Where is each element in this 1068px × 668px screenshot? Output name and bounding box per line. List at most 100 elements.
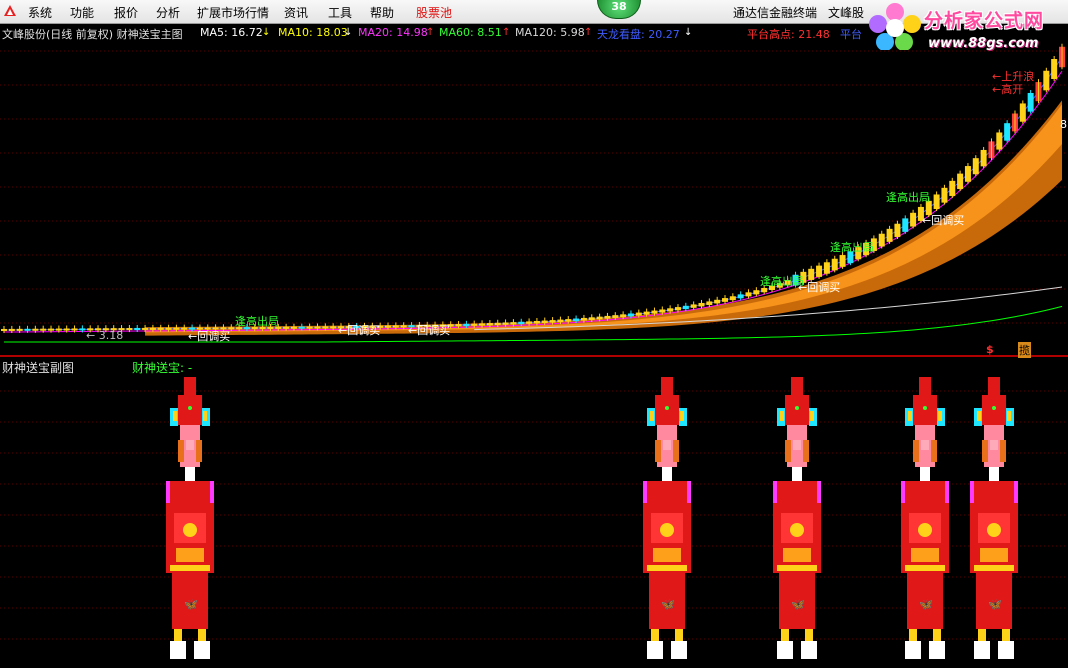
low-price-label: ← 3.18 (86, 329, 124, 342)
hat-top (184, 377, 196, 395)
fortune-god-figure: 🦋 (901, 377, 949, 659)
shoe (905, 641, 921, 659)
ma20-value: MA20: 14.98 (358, 26, 428, 39)
sock (1002, 629, 1010, 641)
ma120-value: MA120: 5.98 (515, 26, 585, 39)
figure-part (173, 411, 177, 421)
butterfly-icon: 🦋 (919, 598, 933, 611)
notification-badge[interactable]: 38 (597, 0, 641, 19)
hat-top (919, 377, 931, 395)
butterfly-icon: 🦋 (791, 598, 805, 611)
sock (198, 629, 206, 641)
collar (989, 467, 999, 481)
ear (655, 440, 661, 462)
hat-gem (188, 406, 192, 410)
figure-part (908, 411, 912, 421)
collar (662, 467, 672, 481)
collar (185, 467, 195, 481)
ma10-value: MA10: 18.03 (278, 26, 348, 39)
sash (170, 565, 210, 571)
side-mark-label: 8 (1060, 118, 1067, 131)
menu-item-analysis[interactable]: 分析 (156, 4, 180, 21)
belt-plate (911, 548, 939, 562)
sock (174, 629, 182, 641)
main-chart-gridlines (0, 50, 1068, 324)
ear (785, 440, 791, 462)
fortune-god-figure: 🦋 (970, 377, 1018, 659)
figure-part (643, 481, 647, 503)
figure-part (945, 481, 949, 503)
money-bag-icon (918, 523, 932, 537)
shoe (974, 641, 990, 659)
figure-part (687, 481, 691, 503)
ear (1000, 440, 1006, 462)
menu-item-system[interactable]: 系统 (28, 4, 52, 21)
footer-flag-label: 揽 (1018, 342, 1031, 358)
belt-plate (176, 548, 204, 562)
belt-plate (783, 548, 811, 562)
belt-plate (653, 548, 681, 562)
figure-part (901, 481, 905, 503)
platform-high-value: 平台高点: 21.48 (747, 28, 830, 41)
cheek (186, 440, 194, 450)
ear (673, 440, 679, 462)
stock-short-name[interactable]: 文峰股 (828, 4, 864, 21)
hat-gem (665, 406, 669, 410)
figure-part (680, 411, 684, 421)
menu-item-function[interactable]: 功能 (70, 4, 94, 21)
cheek (793, 440, 801, 450)
hat-top (661, 377, 673, 395)
figure-part (166, 481, 170, 503)
ear (931, 440, 937, 462)
figure-part (1014, 481, 1018, 503)
escape-high-signal-label: 逢高出局 (886, 191, 930, 204)
sock (978, 629, 986, 641)
figure-part (210, 481, 214, 503)
sock (675, 629, 683, 641)
dragon-value: 天龙看盘: 20.27 (597, 28, 680, 41)
sash (647, 565, 687, 571)
figure-part (780, 411, 784, 421)
sub-indicator-value: 财神送宝: - (132, 361, 193, 375)
figure-part (938, 411, 942, 421)
ear (196, 440, 202, 462)
pullback-signal-label: ←回调买 (408, 324, 451, 337)
belt-plate (980, 548, 1008, 562)
sock (805, 629, 813, 641)
menu-item-extended-market[interactable]: 扩展市场行情 (197, 4, 269, 21)
figure-part (773, 481, 777, 503)
money-bag-icon (790, 523, 804, 537)
figure-part (650, 411, 654, 421)
main-chart-title: 文峰股份(日线 前复权) 财神送宝主图 (2, 28, 183, 41)
menu-item-help[interactable]: 帮助 (370, 4, 394, 21)
menu-item-quote[interactable]: 报价 (114, 4, 138, 21)
fortune-god-figure: 🦋 (773, 377, 821, 659)
sash (777, 565, 817, 571)
sub-indicator-chart[interactable]: 🦋 🦋 🦋 🦋 🦋 (0, 358, 1068, 668)
cheek (663, 440, 671, 450)
pullback-signal-label: ←回调买 (338, 324, 381, 337)
pullback-signal-label: ←回调买 (188, 330, 231, 343)
shoe (929, 641, 945, 659)
ma60-value: MA60: 8.51 (439, 26, 502, 39)
escape-high-signal-label: 逢高出局 (830, 241, 874, 254)
cheek (990, 440, 998, 450)
shoe (801, 641, 817, 659)
money-bag-icon (660, 523, 674, 537)
shoe (671, 641, 687, 659)
shoe (777, 641, 793, 659)
sash (905, 565, 945, 571)
shoe (194, 641, 210, 659)
menu-item-news[interactable]: 资讯 (284, 4, 308, 21)
cheek (921, 440, 929, 450)
figure-part (817, 481, 821, 503)
figure-part (977, 411, 981, 421)
butterfly-icon: 🦋 (184, 598, 198, 611)
menu-item-stock-pool[interactable]: 股票池 (416, 4, 452, 21)
menu-item-tools[interactable]: 工具 (328, 4, 352, 21)
sock (933, 629, 941, 641)
collar (920, 467, 930, 481)
sock (651, 629, 659, 641)
figure-part (1007, 411, 1011, 421)
figure-part (810, 411, 814, 421)
